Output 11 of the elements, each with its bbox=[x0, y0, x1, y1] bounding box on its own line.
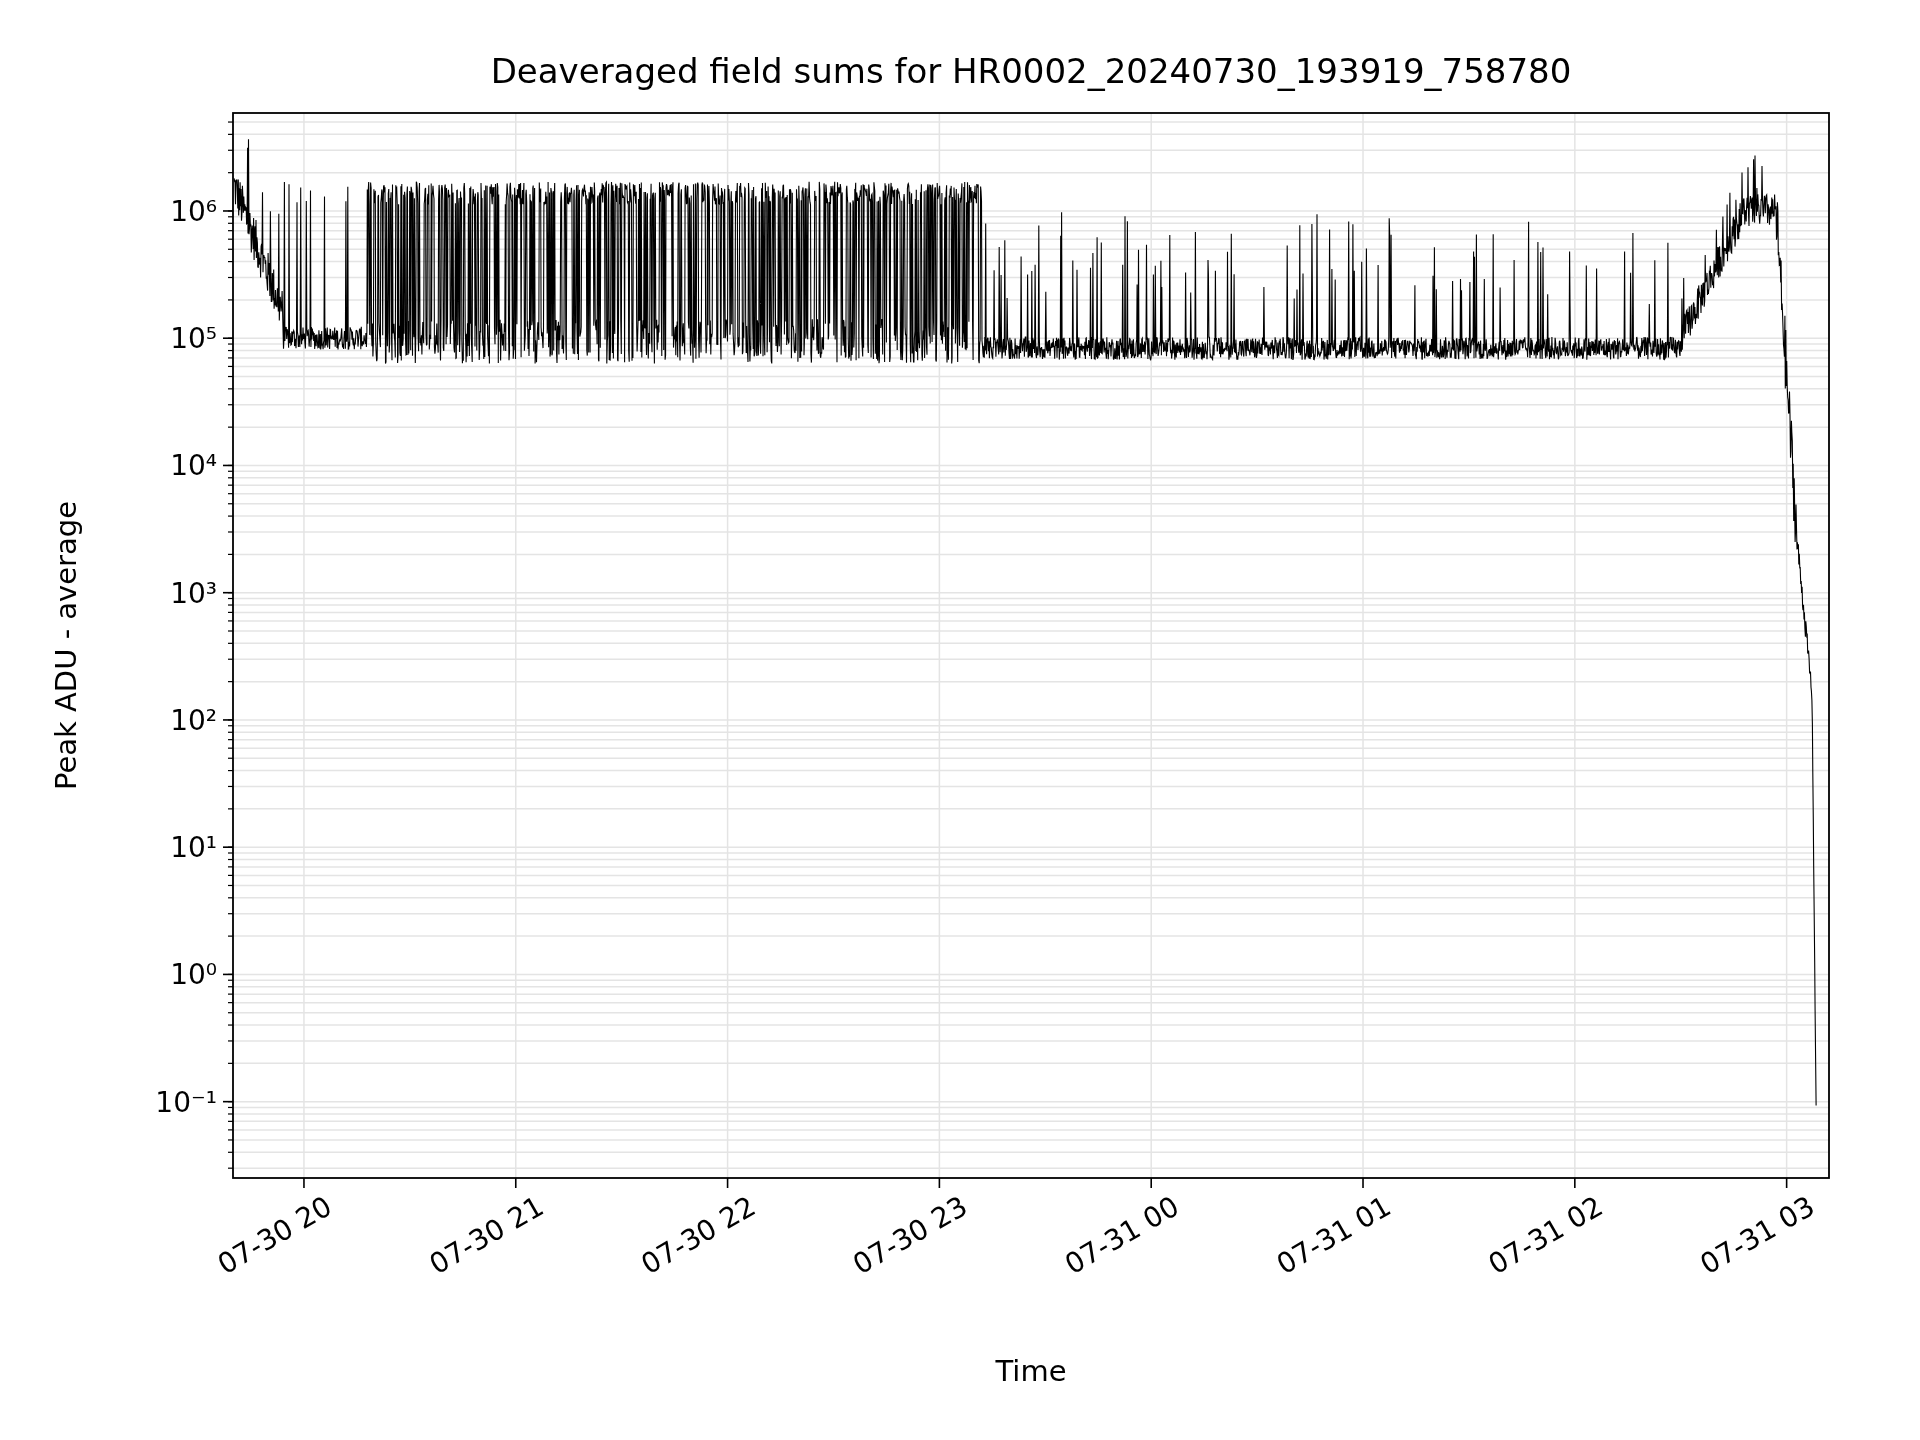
y-tick-label: 10¹ bbox=[170, 831, 217, 865]
y-tick-label: 10³ bbox=[170, 576, 217, 610]
y-tick-label: 10⁻¹ bbox=[155, 1085, 217, 1119]
y-tick-label: 10⁶ bbox=[170, 194, 217, 228]
y-tick-label: 10⁰ bbox=[170, 958, 217, 992]
y-axis-label: Peak ADU - average bbox=[49, 500, 83, 791]
y-tick-label: 10² bbox=[170, 703, 217, 737]
chart-title: Deaveraged field sums for HR0002_20240730_193919_758780 bbox=[490, 51, 1572, 91]
y-tick-label: 10⁵ bbox=[170, 322, 217, 356]
y-tick-label: 10⁴ bbox=[170, 449, 217, 483]
x-axis-label: Time bbox=[995, 1354, 1067, 1388]
